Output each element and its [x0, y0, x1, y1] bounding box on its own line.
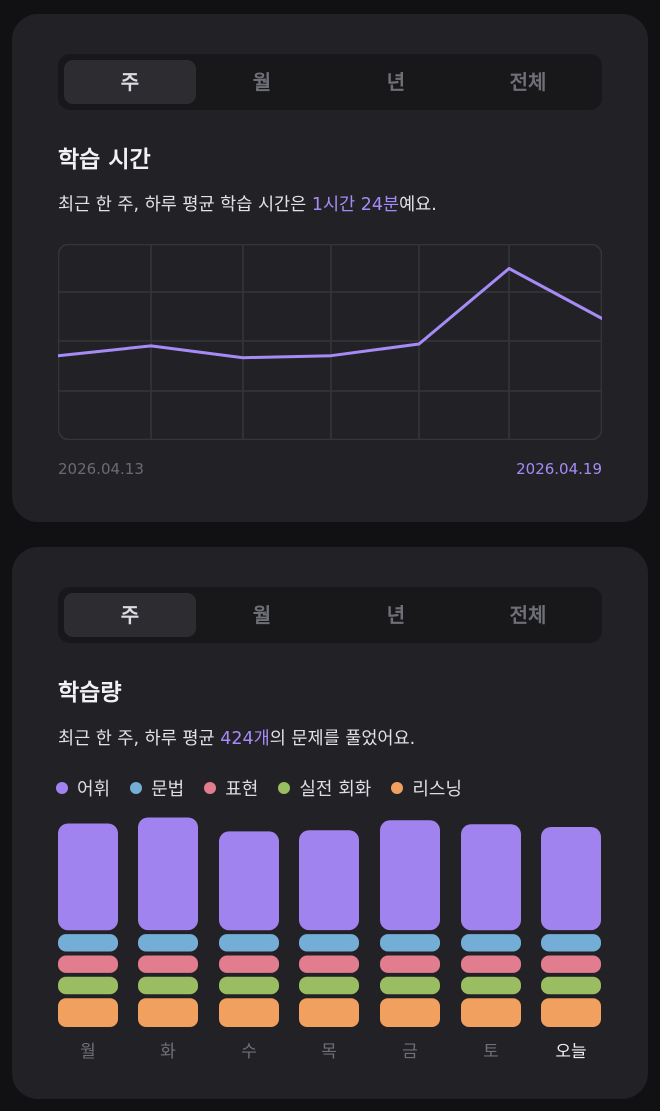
study-time-series-line	[56, 267, 604, 360]
study-amount-bar-chart: 월 화 수 목 금 토 오늘	[58, 817, 601, 1062]
bar-segment-0-2	[58, 955, 118, 973]
bar-segment-5-0	[461, 824, 521, 931]
period-segmented-control: 주 월 년 전체	[58, 54, 602, 110]
day-label-2: 수	[241, 1042, 257, 1062]
bar-segment-5-1	[461, 934, 521, 952]
study-time-title: 학습 시간	[58, 147, 151, 173]
day-label-6: 오늘	[555, 1042, 586, 1062]
bar-segment-1-2	[138, 955, 198, 973]
bar-segment-1-3	[138, 976, 198, 995]
tab-week[interactable]: 주	[64, 60, 196, 104]
day-label-4: 금	[402, 1042, 418, 1062]
day-label-3: 목	[321, 1042, 337, 1062]
bar-segment-3-1	[299, 934, 359, 952]
bar-segment-0-1	[58, 934, 118, 952]
bar-segment-5-4	[461, 998, 521, 1027]
bar-segment-6-2	[541, 955, 601, 973]
day-label-5: 토	[483, 1042, 499, 1062]
chart-end-date: 2026.04.19	[516, 460, 602, 478]
day-label-1: 화	[160, 1042, 176, 1062]
bar-segment-2-4	[219, 998, 279, 1027]
subtitle-suffix: 예요.	[399, 195, 437, 215]
bar-segment-2-3	[219, 976, 279, 995]
bar-segment-1-1	[138, 934, 198, 952]
bar-segment-6-4	[541, 998, 601, 1027]
study-time-subtitle: 최근 한 주, 하루 평균 학습 시간은 1시간 24분예요.	[58, 191, 437, 216]
bar-segment-3-3	[299, 976, 359, 995]
bar-segment-0-3	[58, 976, 118, 995]
study-time-line-chart	[56, 243, 604, 441]
bar-segment-2-2	[219, 955, 279, 973]
study-amount-card: 주 월 년 전체 학습량 최근 한 주, 하루 평균 424개의 문제를 풀었어…	[12, 547, 648, 1099]
line-chart-svg	[56, 243, 604, 441]
bar-segment-4-3	[380, 976, 440, 995]
bar-segment-0-0	[58, 823, 118, 931]
bar-segment-3-0	[299, 830, 359, 931]
bar-segment-1-0	[138, 817, 198, 931]
bar-segment-5-3	[461, 976, 521, 995]
bar-segment-5-2	[461, 955, 521, 973]
bar-segment-6-1	[541, 934, 601, 952]
bar-segment-3-4	[299, 998, 359, 1027]
bar-segment-6-3	[541, 976, 601, 995]
chart-start-date: 2026.04.13	[58, 460, 144, 478]
bar-segment-2-1	[219, 934, 279, 952]
bar-segment-6-0	[541, 827, 601, 931]
tab-all[interactable]: 전체	[462, 60, 594, 104]
day-label-0: 월	[80, 1042, 96, 1062]
bar-segment-4-0	[380, 820, 440, 931]
average-time-value: 1시간 24분	[311, 195, 400, 215]
bar-segment-1-4	[138, 998, 198, 1027]
tab-year[interactable]: 년	[330, 60, 462, 104]
bar-segment-4-4	[380, 998, 440, 1027]
bar-segment-4-1	[380, 934, 440, 952]
bar-segment-2-0	[219, 831, 279, 931]
bar-segment-3-2	[299, 955, 359, 973]
tab-month[interactable]: 월	[196, 60, 328, 104]
bar-segment-0-4	[58, 998, 118, 1027]
bar-segment-4-2	[380, 955, 440, 973]
study-time-card: 주 월 년 전체 학습 시간 최근 한 주, 하루 평균 학습 시간은 1시간 …	[12, 14, 648, 522]
subtitle-prefix: 최근 한 주, 하루 평균 학습 시간은	[58, 195, 312, 215]
